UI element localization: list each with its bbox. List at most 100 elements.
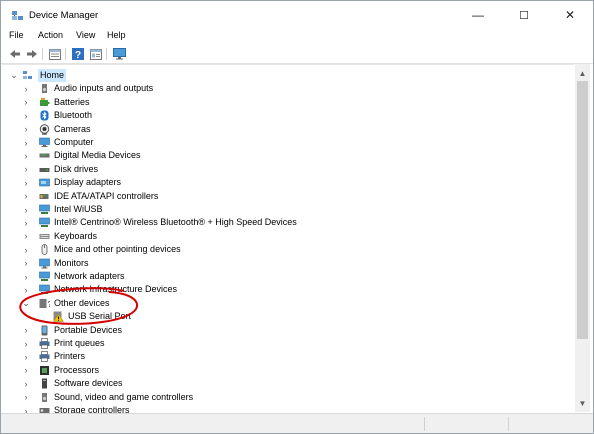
chevron-right-icon[interactable]: › [21,203,31,216]
camera-icon [39,123,50,135]
close-button[interactable]: ✕ [547,3,593,27]
chevron-right-icon[interactable]: › [21,257,31,270]
chevron-right-icon[interactable]: › [21,350,31,363]
window-title: Device Manager [29,10,99,21]
device-manager-icon [12,11,23,20]
keyboard-icon [39,233,50,239]
chevron-right-icon[interactable]: › [21,230,31,243]
scrollbar-thumb[interactable] [577,81,588,339]
tree-item-label: Intel WiUSB [54,204,103,214]
menu-help[interactable]: Help [107,30,126,40]
chevron-right-icon[interactable]: › [21,190,31,203]
chevron-right-icon[interactable]: › [21,109,31,122]
chevron-right-icon[interactable]: › [21,149,31,162]
menu-bar: File Action View Help [1,29,593,43]
toolbar-separator [65,48,66,60]
tree-category-item[interactable]: › Software devices [2,377,562,390]
tree-category-item[interactable]: › Computer [2,136,562,149]
tree-category-item[interactable]: › Keyboards [2,230,562,243]
toolbar-separator [106,48,107,60]
tree-item-label: Batteries [54,96,90,107]
tree-category-item[interactable]: › Network adapters [2,270,562,283]
vertical-scrollbar[interactable]: ▲ ▼ [575,64,590,412]
tree-category-item[interactable]: › Portable Devices [2,324,562,337]
tree-category-item[interactable]: › Cameras [2,123,562,136]
tree-category-item[interactable]: › Bluetooth [2,109,562,122]
details-icon[interactable] [89,47,103,61]
chevron-right-icon[interactable]: › [21,324,31,337]
menu-view[interactable]: View [76,30,95,40]
chevron-right-icon[interactable]: › [21,364,31,377]
monitor-icon[interactable] [112,47,126,61]
tree-category-item[interactable]: › Display adapters [2,176,562,189]
tree-category-item[interactable]: › Digital Media Devices [2,149,562,162]
battery-icon [40,97,50,106]
ide-controller-icon [39,193,49,199]
chevron-right-icon[interactable]: › [21,82,31,95]
scroll-down-icon[interactable]: ▼ [575,397,590,409]
tree-category-item[interactable]: › IDE ATA/ATAPI controllers [2,190,562,203]
forward-arrow-icon[interactable] [25,47,39,61]
maximize-button[interactable]: ☐ [501,3,547,27]
red-circle-annotation [19,287,139,325]
tree-item-label: Network adapters [54,271,125,281]
chevron-down-icon[interactable]: ⌄ [9,69,19,82]
tree-category-item[interactable]: › Audio inputs and outputs [2,82,562,95]
processor-icon [40,365,49,375]
software-device-icon [42,378,47,389]
network-icon [39,271,50,281]
tree-category-item[interactable]: › Sound, video and game controllers [2,391,562,404]
printer-icon [39,351,50,363]
tree-category-item[interactable]: › Intel® Centrino® Wireless Bluetooth® + … [2,216,562,229]
chevron-right-icon[interactable]: › [21,163,31,176]
tree-category-item[interactable]: › Print queues [2,337,562,350]
computer-tree-icon [23,71,32,79]
chevron-right-icon[interactable]: › [21,337,31,350]
computer-icon [39,137,50,147]
printer-icon [39,338,50,349]
menu-action[interactable]: Action [38,30,63,40]
tree-item-label: Computer [54,137,94,147]
tree-category-item[interactable]: › Disk drives [2,163,562,176]
chevron-right-icon[interactable]: › [21,96,31,109]
tree-item-label: Printers [54,351,86,362]
chevron-right-icon[interactable]: › [21,404,31,414]
status-bar [1,413,593,433]
tree-category-item[interactable]: › Printers [2,350,562,363]
chevron-right-icon[interactable]: › [21,243,31,256]
tree-root-home[interactable]: ⌄ Home [2,69,562,82]
tree-item-label: Digital Media Devices [54,150,141,161]
tree-item-label: Intel® Centrino® Wireless Bluetooth® + H… [54,217,297,228]
toolbar-separator [42,48,43,60]
tree-category-item[interactable]: › Storage controllers [2,404,562,413]
tree-item-label: Sound, video and game controllers [54,391,194,402]
media-device-icon [39,153,50,158]
tree-item-label: IDE ATA/ATAPI controllers [54,190,159,201]
chevron-right-icon[interactable]: › [21,377,31,390]
speaker-icon [42,84,47,94]
title-bar: Device Manager — ☐ ✕ [1,1,593,29]
tree-category-item[interactable]: › Monitors [2,257,562,270]
scroll-up-icon[interactable]: ▲ [575,67,590,79]
chevron-right-icon[interactable]: › [21,176,31,189]
display-adapter-icon [39,178,50,187]
device-tree: ⌄ Home › Audio inputs and outputs › Batteri… [2,64,574,413]
chevron-right-icon[interactable]: › [21,216,31,229]
chevron-right-icon[interactable]: › [21,136,31,149]
tree-category-item[interactable]: › Batteries [2,96,562,109]
help-icon[interactable]: ? [71,47,85,61]
tree-item-label: Mice and other pointing devices [54,244,181,255]
back-arrow-icon[interactable] [8,47,22,61]
tree-item-label: Portable Devices [54,324,123,335]
properties-icon[interactable] [48,47,62,61]
menu-file[interactable]: File [9,30,24,40]
tree-category-item[interactable]: › Processors [2,364,562,377]
minimize-button[interactable]: — [455,3,501,27]
chevron-right-icon[interactable]: › [21,391,31,404]
tree-category-item[interactable]: › Mice and other pointing devices [2,243,562,256]
chevron-right-icon[interactable]: › [21,123,31,136]
mouse-icon [41,244,48,256]
tree-item-label: Disk drives [54,163,99,174]
chevron-right-icon[interactable]: › [21,270,31,283]
tree-category-item[interactable]: › Intel WiUSB [2,203,562,216]
